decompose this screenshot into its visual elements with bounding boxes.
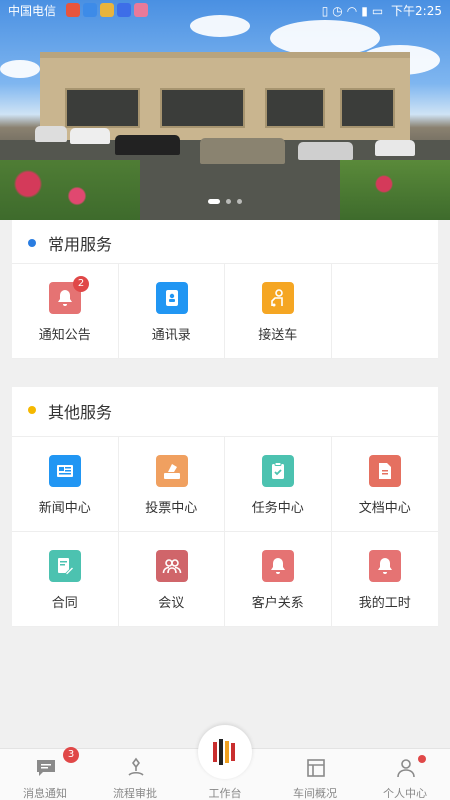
tab-messages[interactable]: 3 消息通知 [0, 747, 90, 800]
section-bullet [28, 406, 36, 414]
tab-label: 消息通知 [23, 787, 67, 800]
service-label: 我的工时 [358, 596, 411, 611]
document-icon [368, 455, 401, 487]
car [115, 135, 180, 155]
app-icon [134, 2, 148, 17]
building-sign [100, 62, 360, 76]
section-header: 其他服务 [12, 387, 438, 437]
contract-icon [49, 550, 81, 582]
tab-label: 流程审批 [113, 787, 157, 800]
car [200, 138, 285, 164]
tab-label: 工作台 [208, 787, 242, 800]
service-label: 任务中心 [251, 501, 304, 516]
workshop-icon [307, 759, 325, 777]
service-label: 合同 [51, 596, 78, 611]
tab-label: 个人中心 [383, 787, 427, 800]
service-vote[interactable]: 投票中心 [118, 437, 225, 532]
unread-badge: 2 [73, 276, 89, 292]
tab-workshop[interactable]: 车间概况 [270, 749, 360, 800]
bell-icon [368, 550, 401, 582]
tab-profile[interactable]: 个人中心 [360, 749, 450, 800]
workbench-button[interactable] [198, 725, 252, 779]
car [375, 140, 415, 156]
message-icon [37, 760, 55, 776]
cloud [0, 60, 40, 78]
other-services-section: 其他服务 新闻中心 投票中心 任务中心 文档中心 合同 会议 客户关系 我的工时 [12, 387, 438, 627]
meeting-icon [155, 550, 188, 582]
service-task[interactable]: 任务中心 [225, 437, 332, 532]
carousel-dot[interactable] [208, 199, 220, 204]
workbench-icon [213, 739, 235, 765]
empty-cell [331, 264, 438, 359]
service-grid: 2 通知公告 通讯录 接送车 [12, 264, 438, 359]
service-contacts[interactable]: 通讯录 [118, 264, 225, 359]
service-label: 新闻中心 [38, 501, 91, 516]
unread-badge: 3 [63, 747, 79, 763]
tab-label: 车间概况 [293, 787, 337, 800]
person-icon [397, 759, 415, 778]
window [265, 88, 325, 128]
status-bar: 中国电信 ▯ ◷ ◠ ▮ ▭ 下午2:25 [0, 0, 450, 20]
section-title: 其他服务 [48, 403, 113, 422]
banner-carousel[interactable] [0, 0, 450, 220]
carousel-dot[interactable] [237, 199, 242, 204]
service-docs[interactable]: 文档中心 [331, 437, 438, 532]
service-label: 通知公告 [38, 328, 91, 343]
flower-bed [0, 160, 140, 220]
status-right: ▯ ◷ ◠ ▮ ▭ 下午2:25 [318, 2, 442, 19]
clock: 下午2:25 [391, 4, 442, 18]
service-label: 会议 [158, 596, 185, 611]
app-icon [100, 2, 114, 17]
shuttle-icon [262, 282, 294, 314]
section-bullet [28, 239, 36, 247]
car [298, 142, 353, 160]
window [340, 88, 395, 128]
bottom-tab-bar: 3 消息通知 流程审批 工作台 车间概况 个人中心 [0, 725, 450, 800]
service-grid: 新闻中心 投票中心 任务中心 文档中心 合同 会议 客户关系 我的工时 [12, 437, 438, 627]
bell-icon [262, 550, 294, 582]
battery-icon: ▭ [371, 4, 384, 18]
app-icon [66, 2, 80, 17]
vote-icon [155, 455, 188, 487]
contacts-icon [155, 282, 188, 314]
carrier-name: 中国电信 [8, 4, 57, 18]
carousel-dot[interactable] [226, 199, 231, 204]
notification-icons [66, 2, 151, 17]
bell-icon: 2 [49, 276, 89, 314]
signal-icon: ▮ [361, 4, 368, 18]
service-crm[interactable]: 客户关系 [225, 532, 332, 627]
tab-approval[interactable]: 流程审批 [90, 749, 180, 800]
news-icon [49, 455, 81, 487]
section-header: 常用服务 [12, 220, 438, 264]
service-my-hours[interactable]: 我的工时 [331, 532, 438, 627]
service-notice[interactable]: 2 通知公告 [12, 264, 119, 359]
service-meeting[interactable]: 会议 [118, 532, 225, 627]
section-title: 常用服务 [48, 235, 113, 254]
window [65, 88, 140, 128]
tab-workbench[interactable]: 工作台 [180, 725, 270, 800]
service-label: 接送车 [258, 328, 298, 343]
cloud [270, 20, 380, 56]
service-news[interactable]: 新闻中心 [12, 437, 119, 532]
vibrate-icon: ▯ [321, 4, 329, 18]
notification-dot [418, 755, 426, 763]
service-label: 通讯录 [151, 328, 191, 343]
service-label: 投票中心 [145, 501, 198, 516]
task-icon [262, 455, 294, 487]
app-icon [117, 2, 131, 17]
alarm-icon: ◷ [332, 4, 343, 18]
approval-icon [128, 757, 144, 776]
carousel-indicator [0, 191, 450, 210]
common-services-section: 常用服务 2 通知公告 通讯录 接送车 [12, 220, 438, 359]
app-icon [83, 2, 97, 17]
service-label: 文档中心 [358, 501, 411, 516]
window [160, 88, 245, 128]
service-label: 客户关系 [251, 596, 304, 611]
service-shuttle[interactable]: 接送车 [225, 264, 332, 359]
car [70, 128, 110, 144]
car [35, 126, 67, 142]
wifi-icon: ◠ [346, 4, 358, 18]
service-contract[interactable]: 合同 [12, 532, 119, 627]
flower-bed [340, 160, 450, 220]
